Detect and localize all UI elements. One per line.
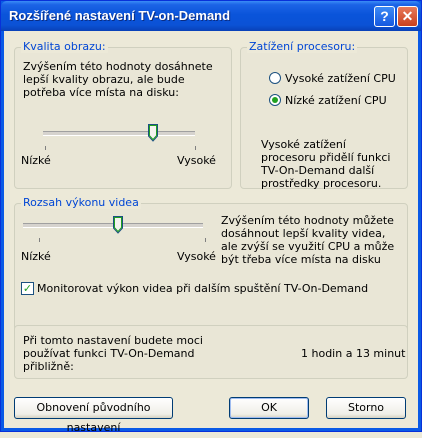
help-button[interactable]: ? — [374, 6, 395, 27]
performance-legend: Rozsah výkonu videa — [21, 196, 141, 209]
cpu-low-label[interactable]: Nízké zatížení CPU — [285, 94, 387, 107]
cpu-high-label[interactable]: Vysoké zatížení CPU — [285, 72, 396, 85]
quality-group: Kvalita obrazu: Zvýšením této hodnoty do… — [14, 40, 232, 189]
close-button[interactable]: ✕ — [397, 6, 418, 27]
estimate-text: Při tomto nastavení budete moci používat… — [23, 334, 203, 373]
performance-max-label: Vysoké — [177, 250, 216, 263]
restore-defaults-button[interactable]: Obnovení původního nastavení — [14, 397, 173, 434]
title-bar[interactable]: Rozšířené nastavení TV-on-Demand ? ✕ — [1, 1, 421, 31]
close-icon: ✕ — [401, 8, 414, 24]
performance-min-label: Nízké — [21, 250, 51, 263]
monitor-checkbox-label[interactable]: Monitorovat výkon videa při dalším spušt… — [37, 282, 368, 295]
cpu-description: Vysoké zatížení procesoru přidělí funkci… — [261, 138, 391, 190]
performance-description: Zvýšením této hodnoty můžete dosáhnout l… — [221, 214, 395, 266]
cpu-legend: Zatížení procesoru: — [247, 40, 358, 53]
window-title: Rozšířené nastavení TV-on-Demand — [9, 8, 231, 23]
performance-slider-thumb[interactable] — [113, 216, 123, 234]
monitor-checkbox[interactable]: ✓ — [21, 282, 34, 295]
quality-slider-thumb[interactable] — [148, 124, 158, 142]
performance-group: Rozsah výkonu videa Nízké Vysoké Zvýšení… — [14, 196, 408, 333]
quality-legend: Kvalita obrazu: — [21, 40, 108, 53]
cancel-button[interactable]: Storno — [326, 397, 406, 419]
quality-min-label: Nízké — [21, 154, 51, 167]
cpu-low-radio[interactable] — [269, 94, 281, 106]
checkmark-icon: ✓ — [22, 282, 33, 295]
dialog-client: Kvalita obrazu: Zvýšením této hodnoty do… — [4, 31, 418, 434]
cpu-group: Zatížení procesoru: Vysoké zatížení CPU … — [240, 40, 408, 190]
quality-max-label: Vysoké — [177, 154, 216, 167]
quality-slider-track[interactable] — [43, 131, 195, 136]
dialog-window: Rozšířené nastavení TV-on-Demand ? ✕ Kva… — [0, 0, 422, 434]
estimate-group: Při tomto nastavení budete moci používat… — [14, 325, 408, 379]
quality-description: Zvýšením této hodnoty dosáhnete lepší kv… — [23, 60, 213, 99]
ok-button[interactable]: OK — [229, 397, 309, 419]
estimate-value: 1 hodin a 13 minut — [301, 347, 406, 360]
cpu-high-radio[interactable] — [269, 72, 281, 84]
